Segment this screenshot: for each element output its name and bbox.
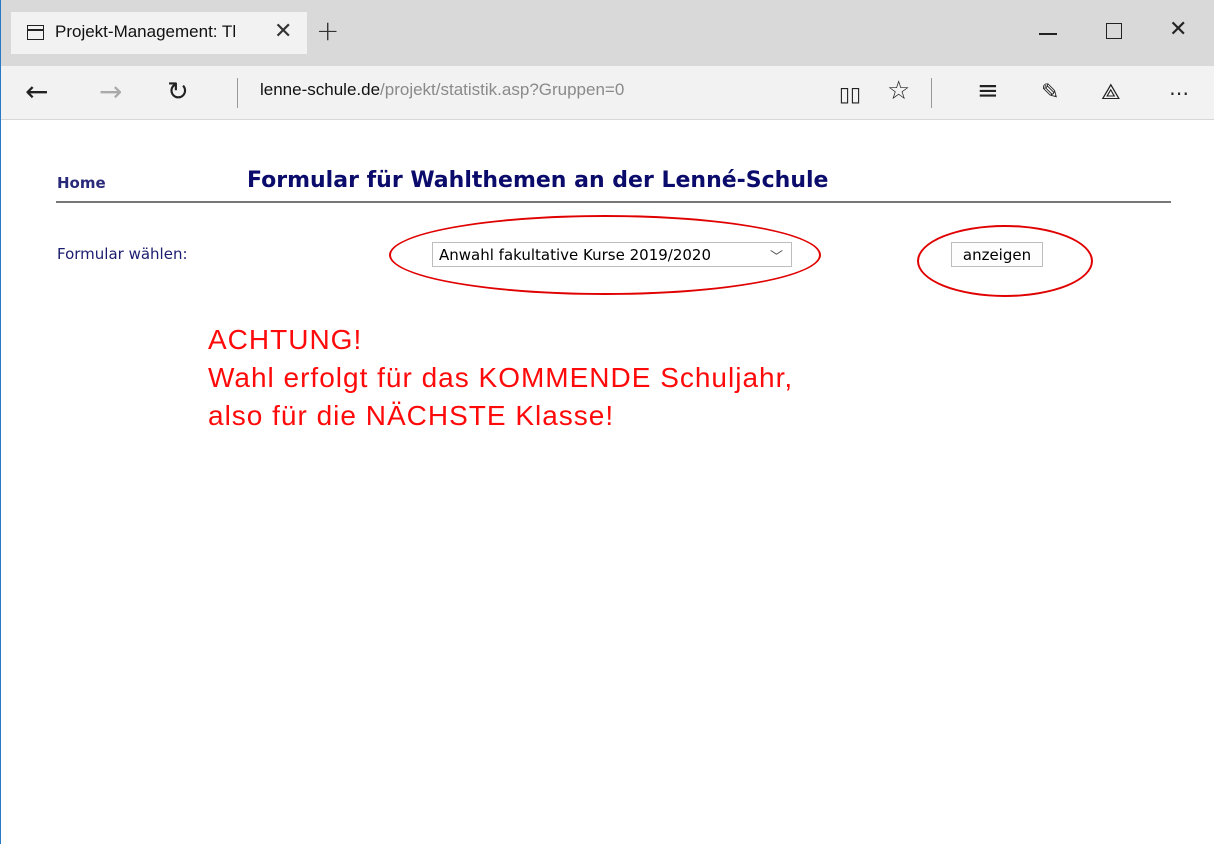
divider [931, 78, 932, 108]
warning-line: Wahl erfolgt für das KOMMENDE Schuljahr, [208, 362, 794, 393]
favorite-star-icon[interactable]: ☆ [887, 76, 910, 106]
warning-line: ACHTUNG! [208, 324, 363, 355]
close-icon[interactable]: ✕ [274, 20, 292, 44]
window-close-button[interactable]: ✕ [1169, 18, 1193, 42]
refresh-icon[interactable]: ↻ [167, 75, 189, 109]
reading-view-icon[interactable]: ▯▯ [839, 79, 861, 109]
minimize-button[interactable] [1037, 18, 1061, 42]
hub-icon[interactable]: ≡ [977, 76, 999, 106]
maximize-button[interactable] [1102, 18, 1126, 42]
share-icon[interactable]: ⟁ [1101, 78, 1121, 108]
home-link[interactable]: Home [57, 174, 106, 192]
warning-message: ACHTUNG! Wahl erfolgt für das KOMMENDE S… [208, 321, 793, 435]
tab-title: Projekt-Management: Tl [55, 22, 237, 41]
page-content: Home Formular für Wahlthemen an der Lenn… [1, 121, 1214, 844]
page-icon [27, 25, 44, 40]
divider [237, 78, 238, 108]
title-divider [56, 201, 1171, 203]
back-arrow-icon[interactable]: ← [25, 75, 48, 109]
address-host: lenne-schule.de [260, 80, 381, 99]
annotation-circle-button [917, 225, 1093, 297]
forward-arrow-icon[interactable]: → [99, 75, 122, 109]
address-bar[interactable]: lenne-schule.de/projekt/statistik.asp?Gr… [260, 80, 624, 100]
tab-bar: Projekt-Management: Tl ✕ + ✕ [1, 0, 1214, 66]
form-select-label: Formular wählen: [57, 245, 188, 263]
more-icon[interactable]: ⋯ [1169, 78, 1189, 108]
tab-active[interactable]: Projekt-Management: Tl ✕ [11, 12, 307, 54]
browser-window: Projekt-Management: Tl ✕ + ✕ ← → ↻ lenne… [0, 0, 1214, 844]
annotation-circle-select [389, 215, 821, 295]
warning-line: also für die NÄCHSTE Klasse! [208, 400, 615, 431]
address-path: /projekt/statistik.asp?Gruppen=0 [380, 80, 625, 99]
new-tab-button[interactable]: + [316, 16, 339, 46]
navigation-bar: ← → ↻ lenne-schule.de/projekt/statistik.… [1, 66, 1214, 120]
web-note-icon[interactable]: ✎ [1041, 78, 1059, 108]
page-title: Formular für Wahlthemen an der Lenné-Sch… [247, 168, 829, 193]
